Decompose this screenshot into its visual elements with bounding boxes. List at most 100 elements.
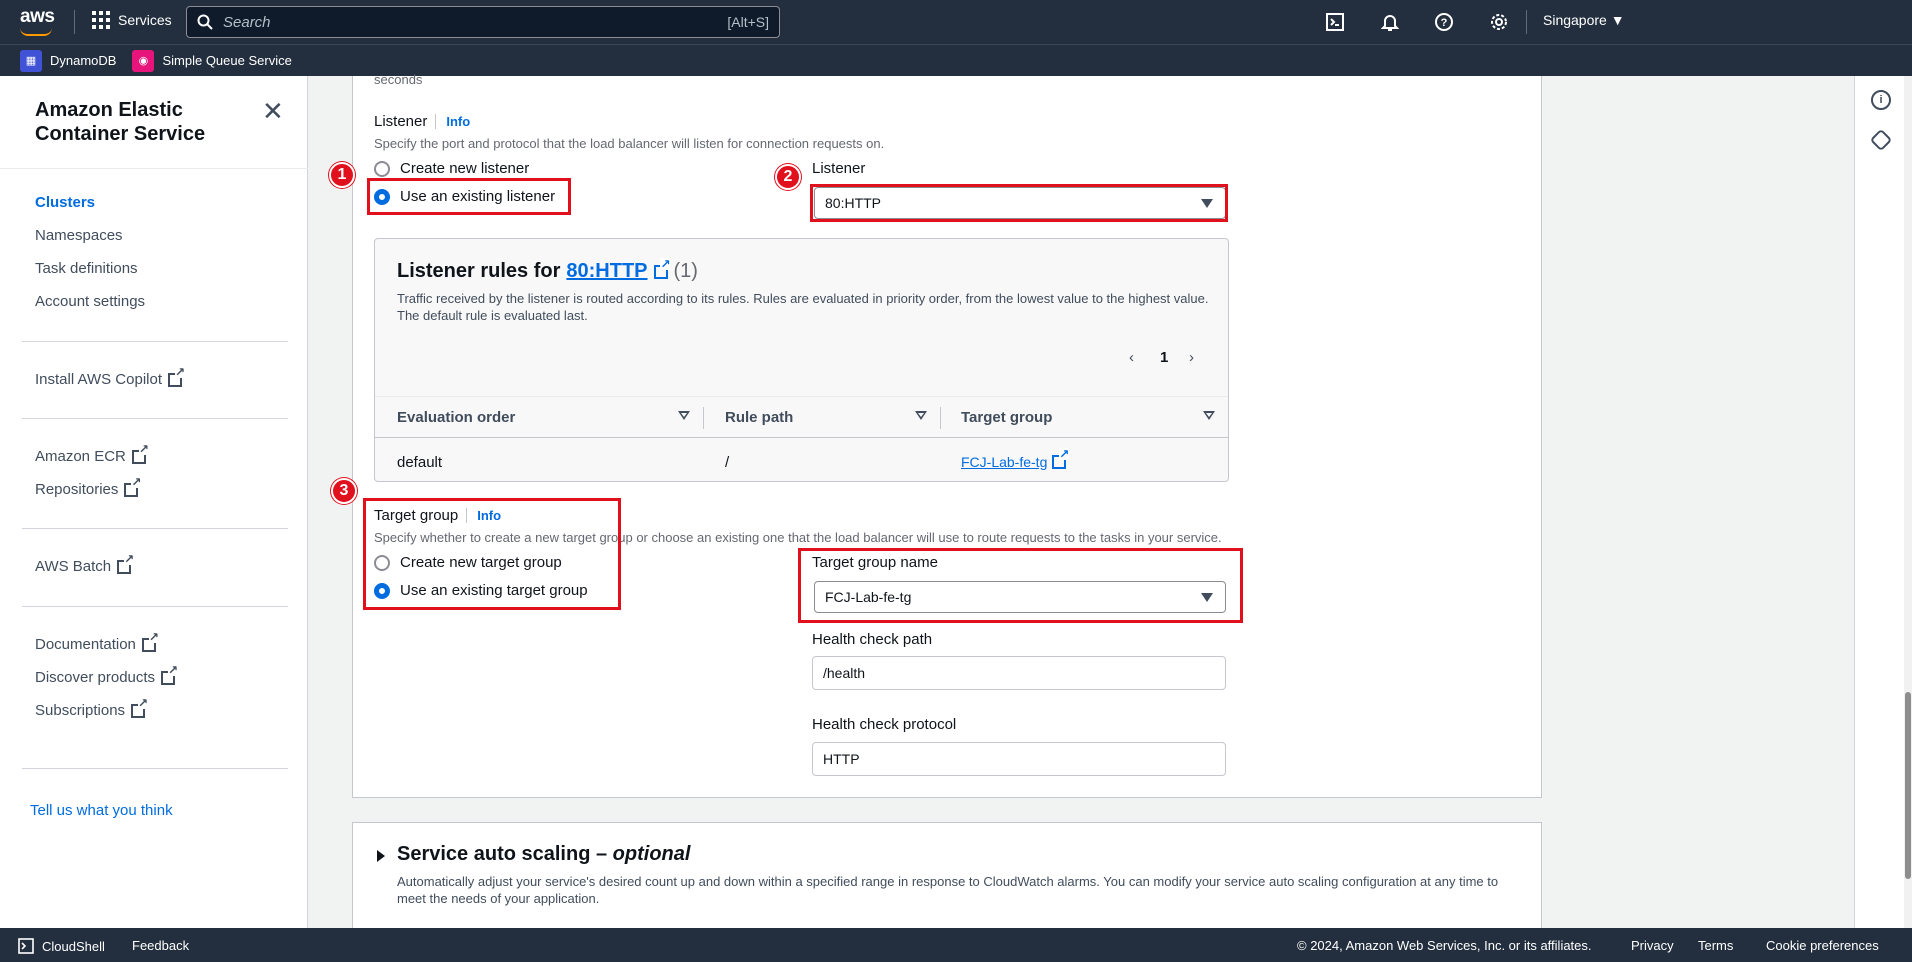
rules-count: (1)	[673, 260, 698, 282]
copyright-text: © 2024, Amazon Web Services, Inc. or its…	[1297, 938, 1592, 953]
sidebar-item-amazon-ecr[interactable]: Amazon ECR	[35, 442, 149, 465]
health-check-path-value: /health	[823, 665, 866, 681]
terms-link[interactable]: Terms	[1698, 938, 1733, 953]
divider	[74, 10, 75, 34]
column-header-target-group[interactable]: Target group	[961, 409, 1052, 426]
favorite-label: Simple Queue Service	[162, 53, 292, 68]
aws-logo[interactable]: aws	[20, 6, 55, 36]
target-group-link-text: FCJ-Lab-fe-tg	[961, 454, 1048, 470]
right-utility-panel: i	[1854, 76, 1904, 928]
bell-icon[interactable]	[1378, 10, 1402, 34]
highlight-box	[363, 498, 621, 610]
sidebar-item-subscriptions[interactable]: Subscriptions	[35, 696, 149, 719]
search-input[interactable]: Search [Alt+S]	[186, 6, 780, 38]
rules-title-text: Listener rules for	[397, 260, 561, 282]
divider	[22, 768, 288, 769]
cell-evaluation-order: default	[397, 454, 443, 471]
sidebar-item-repositories[interactable]: Repositories	[35, 475, 142, 498]
radio-label: Create new listener	[400, 160, 530, 177]
settings-icon[interactable]	[1487, 10, 1511, 34]
sidebar-item-aws-batch[interactable]: AWS Batch	[35, 552, 135, 575]
auto-scaling-title-text: Service auto scaling –	[397, 843, 608, 865]
help-icon[interactable]: ?	[1432, 10, 1456, 34]
external-link-icon	[117, 552, 135, 574]
column-header-evaluation-order[interactable]: Evaluation order	[397, 409, 515, 426]
cloudshell-icon[interactable]	[1323, 10, 1347, 34]
sidebar-item-namespaces[interactable]: Namespaces	[35, 227, 123, 244]
listener-rules-title: Listener rules for 80:HTTP (1)	[397, 257, 698, 283]
external-link-icon	[124, 475, 142, 497]
grid-icon	[92, 11, 110, 29]
hexagon-icon[interactable]	[1869, 128, 1893, 152]
external-link-icon	[141, 630, 159, 652]
cloudshell-button[interactable]: CloudShell	[18, 938, 105, 954]
health-check-protocol-label: Health check protocol	[812, 716, 957, 733]
sidebar-item-label: Subscriptions	[35, 702, 126, 719]
sidebar-item-label: Task definitions	[35, 260, 138, 277]
sidebar-item-clusters[interactable]: Clusters	[35, 194, 95, 211]
favorite-dynamodb[interactable]: ▦ DynamoDB	[20, 49, 117, 72]
rules-description: Traffic received by the listener is rout…	[397, 291, 1209, 323]
footer: CloudShell Feedback © 2024, Amazon Web S…	[0, 928, 1912, 962]
services-label: Services	[118, 12, 172, 28]
footer-feedback-link[interactable]: Feedback	[132, 938, 189, 953]
sidebar-item-documentation[interactable]: Documentation	[35, 630, 159, 653]
highlight-box	[367, 178, 571, 215]
cell-target-group-link[interactable]: FCJ-Lab-fe-tg	[961, 448, 1070, 470]
pagination-page[interactable]: 1	[1160, 349, 1168, 366]
privacy-link[interactable]: Privacy	[1631, 938, 1674, 953]
search-shortcut: [Alt+S]	[727, 14, 769, 30]
health-check-path-label: Health check path	[812, 631, 933, 648]
auto-scaling-title[interactable]: Service auto scaling – optional	[397, 843, 690, 866]
sidebar-item-label: Install AWS Copilot	[35, 371, 162, 388]
sidebar-item-discover-products[interactable]: Discover products	[35, 663, 179, 686]
radio-button[interactable]	[374, 160, 390, 177]
divider	[22, 606, 288, 607]
pagination-next-icon[interactable]: ›	[1189, 349, 1194, 366]
top-navigation: aws Services Search [Alt+S] ? Singapore …	[0, 0, 1912, 44]
info-icon[interactable]: i	[1871, 90, 1891, 110]
pagination-prev-icon[interactable]: ‹	[1129, 349, 1134, 366]
listener-link[interactable]: 80:HTTP	[566, 260, 647, 283]
feedback-link[interactable]: Tell us what you think	[30, 802, 173, 819]
cookie-preferences-link[interactable]: Cookie preferences	[1766, 938, 1879, 953]
sort-icon[interactable]	[1203, 411, 1215, 420]
table-header: Evaluation order Rule path Target group	[375, 396, 1228, 438]
divider	[22, 341, 288, 342]
listener-info-link[interactable]: Info	[435, 114, 470, 129]
listener-select-label: Listener	[812, 160, 866, 177]
favorites-bar: ▦ DynamoDB ◉ Simple Queue Service	[0, 44, 1912, 76]
services-menu-button[interactable]: Services	[92, 11, 172, 29]
auto-scaling-title-optional: optional	[612, 843, 691, 865]
side-navigation: Amazon Elastic Container Service ✕ Clust…	[0, 76, 308, 928]
health-check-protocol-field: HTTP	[812, 742, 1226, 776]
favorite-sqs[interactable]: ◉ Simple Queue Service	[132, 49, 292, 72]
close-icon[interactable]: ✕	[262, 96, 284, 127]
highlight-box	[798, 548, 1243, 623]
step-badge-1: 1	[329, 162, 355, 188]
sidebar-item-account-settings[interactable]: Account settings	[35, 293, 145, 310]
sidebar-item-task-definitions[interactable]: Task definitions	[35, 260, 138, 277]
aws-logo-text: aws	[20, 6, 55, 27]
divider	[1526, 10, 1527, 34]
sidenav-title: Amazon Elastic Container Service	[35, 99, 206, 145]
sidebar-item-label: Repositories	[35, 481, 119, 498]
auto-scaling-description: Automatically adjust your service's desi…	[397, 874, 1499, 906]
sidebar-item-label: Clusters	[35, 194, 96, 211]
step-badge-2: 2	[775, 164, 801, 190]
favorite-label: DynamoDB	[50, 53, 117, 68]
listener-description: Specify the port and protocol that the l…	[374, 136, 885, 151]
sidebar-item-install-copilot[interactable]: Install AWS Copilot	[35, 365, 185, 388]
step-badge-3: 3	[331, 478, 357, 504]
column-header-rule-path[interactable]: Rule path	[725, 409, 793, 426]
divider	[940, 407, 941, 429]
sort-icon[interactable]	[678, 411, 690, 420]
region-selector[interactable]: Singapore ▼	[1543, 12, 1625, 28]
health-check-protocol-value: HTTP	[823, 751, 860, 767]
sidebar-item-label: Documentation	[35, 636, 136, 653]
scrollbar-thumb[interactable]	[1905, 692, 1911, 879]
cell-rule-path: /	[725, 454, 730, 471]
radio-create-new-listener[interactable]: Create new listener	[374, 160, 529, 177]
caret-right-icon[interactable]	[377, 850, 385, 862]
sort-icon[interactable]	[915, 411, 927, 420]
